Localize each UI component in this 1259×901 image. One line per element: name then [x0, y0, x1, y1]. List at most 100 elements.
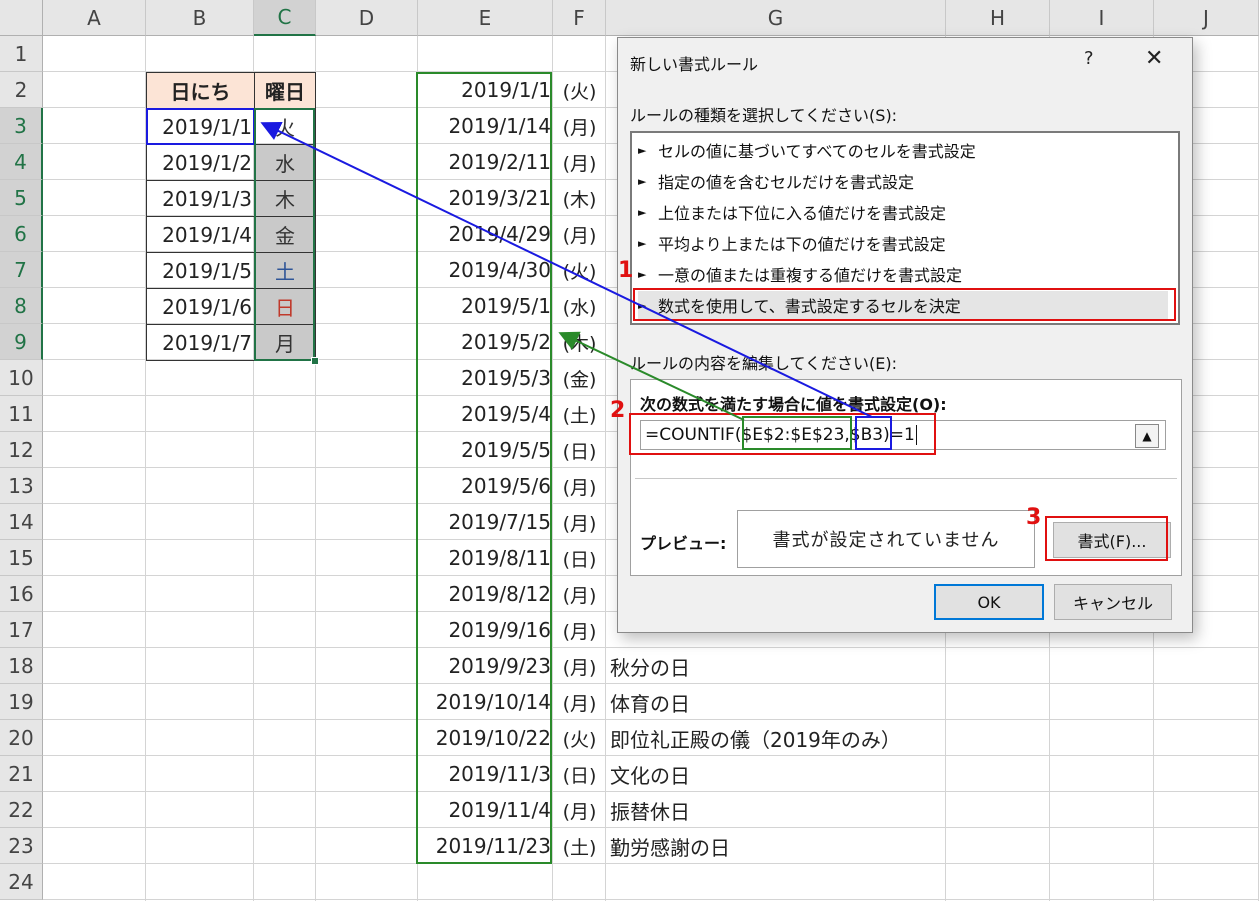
callout-box-3 [1045, 516, 1168, 561]
rule-type-label: 一意の値または重複する値だけを書式設定 [658, 266, 963, 285]
arrow-icon: ► [638, 236, 647, 250]
holiday-dow-cell[interactable]: (日) [553, 756, 606, 792]
holiday-name-cell[interactable]: 振替休日 [606, 792, 946, 828]
holiday-dow-cell[interactable]: (日) [553, 432, 606, 468]
rule-type-item[interactable]: ► セルの値に基づいてすべてのセルを書式設定 [638, 136, 1168, 164]
column-header-a[interactable]: A [43, 0, 146, 36]
date-cell[interactable]: 2019/1/6 [146, 288, 255, 325]
callout-number-2: 2 [610, 398, 626, 423]
select-all-corner[interactable] [0, 0, 43, 36]
row-header-5[interactable]: 5 [0, 180, 43, 216]
row-header-24[interactable]: 24 [0, 864, 43, 900]
collapse-dialog-icon[interactable]: ▲ [1135, 424, 1159, 448]
column-header-e[interactable]: E [418, 0, 553, 36]
date-cell[interactable]: 2019/1/5 [146, 252, 255, 289]
row-header-1[interactable]: 1 [0, 36, 43, 72]
row-header-14[interactable]: 14 [0, 504, 43, 540]
header-day-cell[interactable]: 曜日 [254, 72, 316, 109]
holiday-dow-cell[interactable]: (月) [553, 684, 606, 720]
help-button[interactable]: ? [1084, 48, 1094, 69]
cancel-button[interactable]: キャンセル [1054, 584, 1172, 620]
fill-handle[interactable] [311, 357, 319, 365]
date-cell[interactable]: 2019/1/3 [146, 180, 255, 217]
holiday-dow-cell[interactable]: (月) [553, 612, 606, 648]
row-header-16[interactable]: 16 [0, 576, 43, 612]
column-header-j[interactable]: J [1154, 0, 1259, 36]
row-header-19[interactable]: 19 [0, 684, 43, 720]
column-header-h[interactable]: H [946, 0, 1050, 36]
row-header-23[interactable]: 23 [0, 828, 43, 864]
row-header-22[interactable]: 22 [0, 792, 43, 828]
row-header-17[interactable]: 17 [0, 612, 43, 648]
column-header-c[interactable]: C [254, 0, 316, 36]
row-header-10[interactable]: 10 [0, 360, 43, 396]
row-header-9[interactable]: 9 [0, 324, 43, 360]
row-header-21[interactable]: 21 [0, 756, 43, 792]
holiday-dow-cell[interactable]: (月) [553, 576, 606, 612]
header-date-cell[interactable]: 日にち [146, 72, 255, 109]
date-cell[interactable]: 2019/1/2 [146, 144, 255, 181]
preview-label: プレビュー: [640, 534, 727, 553]
holiday-dow-cell[interactable]: (月) [553, 468, 606, 504]
column-header-g[interactable]: G [606, 0, 946, 36]
close-icon[interactable]: ✕ [1145, 46, 1163, 71]
holiday-dow-cell[interactable]: (日) [553, 540, 606, 576]
formula-ref-highlight [855, 416, 892, 450]
row-header-3[interactable]: 3 [0, 108, 43, 144]
selection-range [254, 108, 315, 361]
row-header-8[interactable]: 8 [0, 288, 43, 324]
column-header-i[interactable]: I [1050, 0, 1154, 36]
holiday-dow-cell[interactable]: (木) [553, 324, 606, 360]
rule-type-item[interactable]: ► 指定の値を含むセルだけを書式設定 [638, 167, 1168, 195]
ok-button[interactable]: OK [934, 584, 1044, 620]
holiday-dow-cell[interactable]: (土) [553, 828, 606, 864]
row-header-2[interactable]: 2 [0, 72, 43, 108]
holiday-dow-cell[interactable]: (月) [553, 504, 606, 540]
rule-type-label: 平均より上または下の値だけを書式設定 [658, 235, 946, 254]
holiday-dow-cell[interactable]: (月) [553, 216, 606, 252]
row-header-15[interactable]: 15 [0, 540, 43, 576]
row-header-13[interactable]: 13 [0, 468, 43, 504]
dialog-title: 新しい書式ルール [630, 55, 759, 74]
holiday-dow-cell[interactable]: (木) [553, 180, 606, 216]
rule-type-label: セルの値に基づいてすべてのセルを書式設定 [658, 142, 976, 161]
row-header-12[interactable]: 12 [0, 432, 43, 468]
row-header-4[interactable]: 4 [0, 144, 43, 180]
holiday-name-cell[interactable]: 文化の日 [606, 756, 946, 792]
arrow-icon: ► [638, 267, 647, 281]
holiday-dow-cell[interactable]: (金) [553, 360, 606, 396]
column-header-d[interactable]: D [316, 0, 418, 36]
callout-box-1 [633, 288, 1176, 321]
column-header-f[interactable]: F [553, 0, 606, 36]
rule-type-item[interactable]: ► 上位または下位に入る値だけを書式設定 [638, 198, 1168, 226]
date-cell[interactable]: 2019/1/7 [146, 324, 255, 361]
holiday-dow-cell[interactable]: (月) [553, 648, 606, 684]
row-header-18[interactable]: 18 [0, 648, 43, 684]
column-header-b[interactable]: B [146, 0, 254, 36]
holiday-dow-cell[interactable]: (火) [553, 720, 606, 756]
holiday-dow-cell[interactable]: (土) [553, 396, 606, 432]
holiday-dow-cell[interactable]: (火) [553, 72, 606, 108]
rule-type-item[interactable]: ► 一意の値または重複する値だけを書式設定 [638, 260, 1168, 288]
holiday-dow-cell[interactable]: (水) [553, 288, 606, 324]
callout-number-1: 1 [618, 258, 634, 283]
holiday-name-cell[interactable]: 体育の日 [606, 684, 946, 720]
holiday-name-cell[interactable]: 勤労感謝の日 [606, 828, 946, 864]
holiday-name-cell[interactable]: 秋分の日 [606, 648, 946, 684]
row-header-6[interactable]: 6 [0, 216, 43, 252]
holiday-dow-cell[interactable]: (月) [553, 144, 606, 180]
gridline [43, 899, 1259, 900]
date-cell[interactable]: 2019/1/4 [146, 216, 255, 253]
row-header-7[interactable]: 7 [0, 252, 43, 288]
row-header-11[interactable]: 11 [0, 396, 43, 432]
holiday-dow-cell[interactable]: (火) [553, 252, 606, 288]
edit-rule-label: ルールの内容を編集してください(E): [630, 354, 898, 373]
holiday-dow-cell[interactable]: (月) [553, 108, 606, 144]
holiday-name-cell[interactable]: 即位礼正殿の儀（2019年のみ） [606, 720, 946, 756]
rule-type-label: 指定の値を含むセルだけを書式設定 [658, 173, 915, 192]
row-header-20[interactable]: 20 [0, 720, 43, 756]
divider [635, 478, 1177, 479]
holiday-dow-cell[interactable]: (月) [553, 792, 606, 828]
rule-type-item[interactable]: ► 平均より上または下の値だけを書式設定 [638, 229, 1168, 257]
rule-type-label: 上位または下位に入る値だけを書式設定 [658, 204, 947, 223]
